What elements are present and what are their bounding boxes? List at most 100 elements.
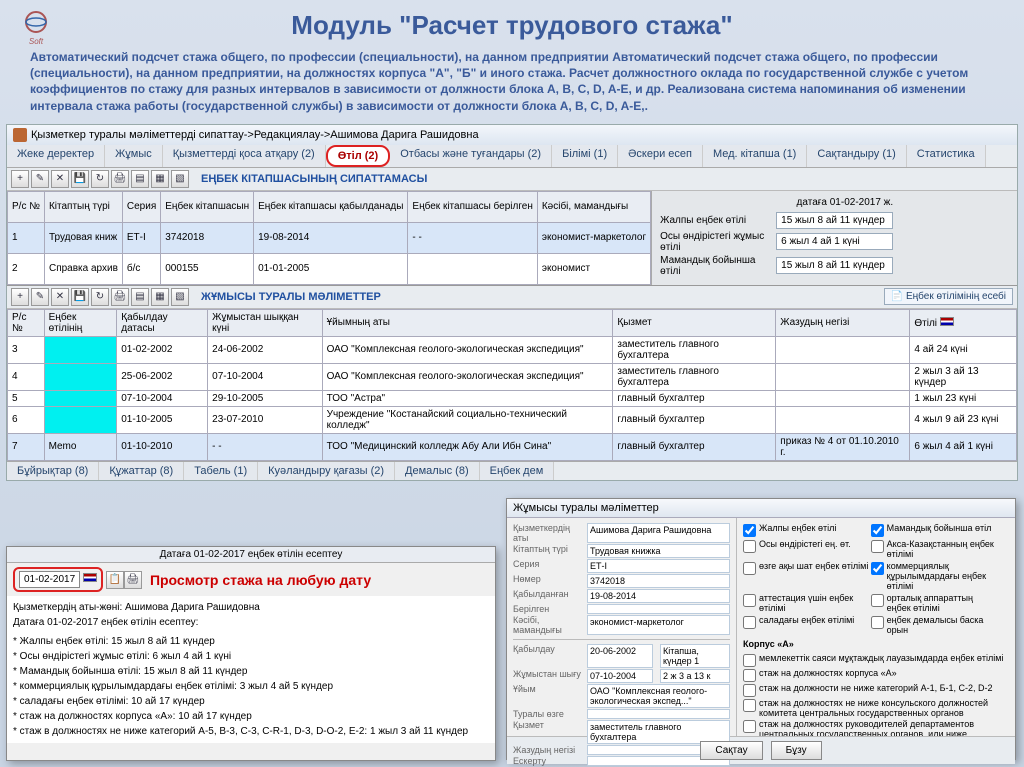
- table-row[interactable]: 425-06-200207-10-2004ОАО "Комплексная ге…: [8, 363, 1017, 390]
- checkbox-option[interactable]: Жалпы еңбек өтілі: [743, 523, 871, 537]
- bottom-tab[interactable]: Табель (1): [184, 462, 258, 480]
- cancel-button[interactable]: Бұзу: [771, 741, 822, 760]
- seniority-value: 6 жыл 4 ай 1 күні: [776, 233, 893, 250]
- column-header[interactable]: Кәсібі, мамандығы: [537, 191, 650, 222]
- column-header[interactable]: Кітаптың түрі: [44, 191, 122, 222]
- column-header[interactable]: Еңбек кітапшасы қабылданады: [254, 191, 408, 222]
- tab-8[interactable]: Сақтандыру (1): [807, 145, 906, 167]
- checkbox-option[interactable]: Мамандық бойынша өтіл: [871, 523, 999, 537]
- table-row[interactable]: 2Справка архивб/с00015501-01-2005экономи…: [8, 253, 651, 284]
- column-header[interactable]: Еңбек өтілінің: [44, 309, 117, 336]
- tab-0[interactable]: Жеке деректер: [7, 145, 105, 167]
- seniority-value: 15 жыл 8 ай 11 күндер: [776, 257, 893, 274]
- save-button[interactable]: 💾: [71, 170, 89, 188]
- tool-button-3[interactable]: ▧: [171, 288, 189, 306]
- bottom-tab[interactable]: Куәландыру қағазы (2): [258, 462, 395, 480]
- employment-grid[interactable]: Р/с №Еңбек өтілініңҚабылдау датасыЖұмыст…: [7, 309, 1017, 461]
- field-value[interactable]: Трудовая книжка: [587, 544, 730, 558]
- checkbox-option[interactable]: Акса-Казақстанның еңбек өтілімі: [871, 539, 999, 559]
- add-button[interactable]: +: [11, 288, 29, 306]
- tool-button-2[interactable]: ▦: [151, 170, 169, 188]
- dialog2-title: Жұмысы туралы мәліметтер: [507, 499, 1015, 518]
- tab-3[interactable]: Өтіл (2): [326, 145, 391, 167]
- column-header[interactable]: Қабылдау датасы: [117, 309, 208, 336]
- checkbox-option[interactable]: орталық аппараттың еңбек өтілімі: [871, 593, 999, 613]
- edit-button[interactable]: ✎: [31, 170, 49, 188]
- field-value[interactable]: Ашимова Дарига Рашидовна: [587, 523, 730, 543]
- field-value[interactable]: [587, 709, 730, 719]
- date-input[interactable]: 01-02-2017: [19, 571, 80, 588]
- column-header[interactable]: Қызмет: [613, 309, 776, 336]
- field-value[interactable]: 19-08-2014: [587, 589, 730, 603]
- tab-4[interactable]: Отбасы және туғандары (2): [390, 145, 552, 167]
- delete-button[interactable]: ✕: [51, 288, 69, 306]
- seniority-line: * стаж на должностях корпуса «А»: 10 ай …: [13, 709, 489, 724]
- bottom-tab[interactable]: Еңбек дем: [480, 462, 555, 480]
- table-row[interactable]: 7Memo01-10-2010- -ТОО "Медицинский колле…: [8, 433, 1017, 460]
- field-value[interactable]: 3742018: [587, 574, 730, 588]
- checkbox-option[interactable]: стаж на должностях корпуса «А»: [743, 668, 1009, 682]
- field-value[interactable]: экономист-маркетолог: [587, 615, 730, 635]
- copy-button[interactable]: 📋: [106, 571, 124, 589]
- refresh-button[interactable]: ↻: [91, 288, 109, 306]
- tool-button[interactable]: ▤: [131, 288, 149, 306]
- checkbox-option[interactable]: саладағы еңбек өтілімі: [743, 615, 871, 635]
- checkbox-option[interactable]: стаж на должности не ниже категорий А-1,…: [743, 683, 1009, 697]
- bottom-tab[interactable]: Құжаттар (8): [99, 462, 184, 480]
- delete-button[interactable]: ✕: [51, 170, 69, 188]
- dialog1-body: Қызметкердің аты-жөні: Ашимова Дарига Ра…: [7, 596, 495, 743]
- table-row[interactable]: 1Трудовая книжЕТ-I374201819-08-2014- -эк…: [8, 222, 651, 253]
- checkbox-option[interactable]: аттестация үшін еңбек өтілімі: [743, 593, 871, 613]
- field-value[interactable]: ЕТ-I: [587, 559, 730, 573]
- add-button[interactable]: +: [11, 170, 29, 188]
- seniority-report-link[interactable]: 📄 Еңбек өтілімінің есебі: [884, 288, 1013, 305]
- window-titlebar: Қызметкер туралы мәліметтерді сипаттау->…: [7, 125, 1017, 145]
- table-row[interactable]: 601-10-200523-07-2010Учреждение "Костана…: [8, 406, 1017, 433]
- bottom-tab[interactable]: Бұйрықтар (8): [7, 462, 99, 480]
- checkbox-option[interactable]: мемлекеттік саяси мұқтаждық лауазымдарда…: [743, 653, 1009, 667]
- bottom-tabs: Бұйрықтар (8)Құжаттар (8)Табель (1)Куәла…: [7, 461, 1017, 480]
- column-header[interactable]: Р/с №: [8, 309, 45, 336]
- edit-button[interactable]: ✎: [31, 288, 49, 306]
- section1-toolbar: + ✎ ✕ 💾 ↻ 🖨 ▤ ▦ ▧ ЕҢБЕК КІТАПШАСЫНЫҢ СИП…: [7, 168, 1017, 191]
- column-header[interactable]: Жазудың негізі: [776, 309, 910, 336]
- tool-button[interactable]: ▤: [131, 170, 149, 188]
- tab-9[interactable]: Статистика: [907, 145, 986, 167]
- workbook-grid[interactable]: Р/с №Кітаптың түріСерияЕңбек кітапшасынЕ…: [7, 191, 651, 285]
- checkbox-option[interactable]: өзге ақы шат еңбек өтілімі: [743, 561, 871, 591]
- bottom-tab[interactable]: Демалыс (8): [395, 462, 480, 480]
- checkbox-option[interactable]: коммерциялық құрылымдардағы еңбек өтілім…: [871, 561, 999, 591]
- field-value[interactable]: 07-10-2004: [587, 669, 653, 683]
- save-button[interactable]: 💾: [71, 288, 89, 306]
- field-value[interactable]: 20-06-2002: [587, 644, 653, 668]
- tab-2[interactable]: Қызметтерді қоса атқару (2): [163, 145, 326, 167]
- refresh-button[interactable]: ↻: [91, 170, 109, 188]
- save-button[interactable]: Сақтау: [700, 741, 762, 760]
- tab-1[interactable]: Жұмыс: [105, 145, 163, 167]
- tab-5[interactable]: Білімі (1): [552, 145, 618, 167]
- tab-7[interactable]: Мед. кітапша (1): [703, 145, 807, 167]
- checkbox-option[interactable]: стаж на должностях руководителей департа…: [743, 719, 1009, 736]
- print-button[interactable]: 🖨: [111, 170, 129, 188]
- field-value[interactable]: ОАО "Комплексная геолого-экологическая э…: [587, 684, 730, 708]
- tool-button-2[interactable]: ▦: [151, 288, 169, 306]
- column-header[interactable]: Еңбек кітапшасы берілген: [408, 191, 537, 222]
- print-button[interactable]: 🖨: [124, 571, 142, 589]
- checkbox-option[interactable]: Осы өндірістегі ең. өт.: [743, 539, 871, 559]
- page-title: Модуль "Расчет трудового стажа": [0, 0, 1024, 49]
- dialog1-subtitle: Просмотр стажа на любую дату: [150, 572, 371, 588]
- column-header[interactable]: Р/с №: [8, 191, 45, 222]
- column-header[interactable]: Өтілі: [910, 309, 1017, 336]
- checkbox-option[interactable]: стаж на должностях не ниже консульского …: [743, 698, 1009, 718]
- field-value[interactable]: [587, 604, 730, 614]
- print-button[interactable]: 🖨: [111, 288, 129, 306]
- column-header[interactable]: Серия: [122, 191, 160, 222]
- checkbox-option[interactable]: еңбек демалысы баска орын: [871, 615, 999, 635]
- table-row[interactable]: 507-10-200429-10-2005ТОО "Астра"главный …: [8, 390, 1017, 406]
- column-header[interactable]: Еңбек кітапшасын: [161, 191, 254, 222]
- tool-button-3[interactable]: ▧: [171, 170, 189, 188]
- tab-6[interactable]: Әскери есеп: [618, 145, 703, 167]
- column-header[interactable]: Жұмыстан шыққан күні: [208, 309, 322, 336]
- table-row[interactable]: 301-02-200224-06-2002ОАО "Комплексная ге…: [8, 336, 1017, 363]
- column-header[interactable]: Ұйымның аты: [322, 309, 613, 336]
